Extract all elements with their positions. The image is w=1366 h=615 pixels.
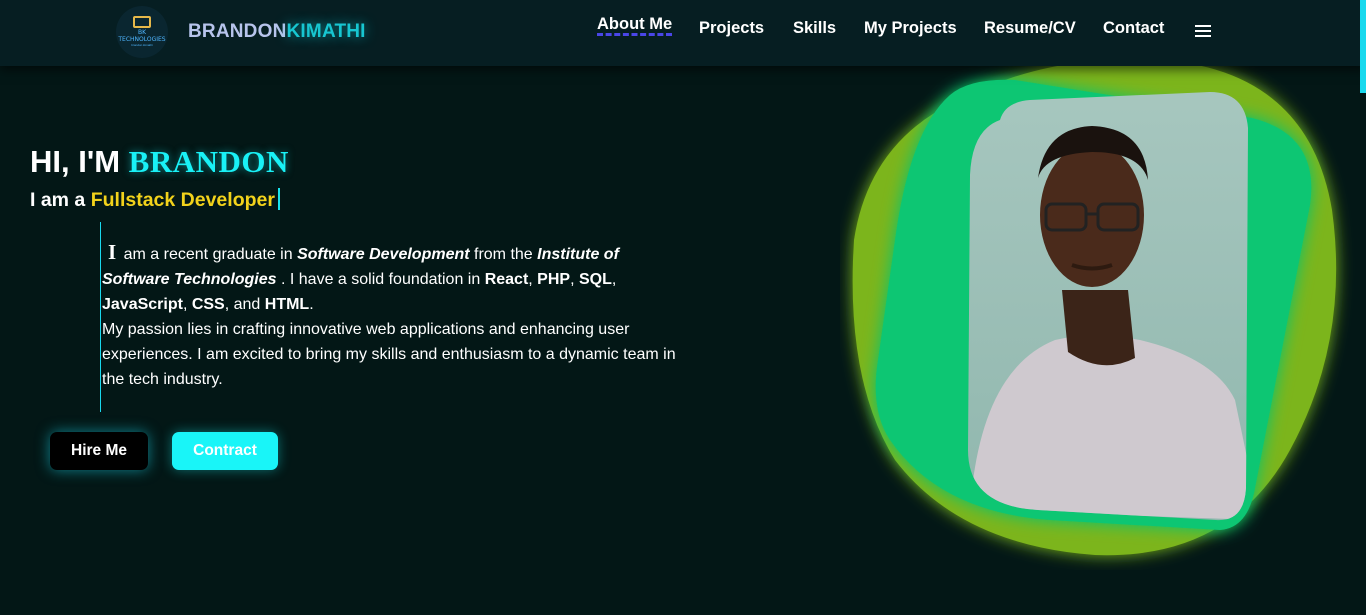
typing-cursor [277, 188, 280, 210]
brand-logo[interactable]: BK TECHNOLOGIES brandon kimathi [116, 6, 168, 58]
hero-portrait [852, 59, 1337, 556]
greeting-name: BRANDON [128, 144, 289, 179]
nav-skills[interactable]: Skills [793, 19, 836, 38]
nav-resume-cv[interactable]: Resume/CV [984, 19, 1076, 38]
about-text: . [309, 296, 314, 313]
page-scrollbar[interactable] [1360, 0, 1366, 93]
truck-icon [133, 15, 151, 28]
hire-me-button[interactable]: Hire Me [50, 432, 148, 470]
brand-name[interactable]: BRANDONKIMATHI [188, 21, 366, 43]
skill-sql: SQL [578, 271, 612, 288]
about-text: , [611, 271, 617, 288]
skill-css: CSS [191, 296, 225, 313]
about-text: . I have a solid foundation in [276, 271, 485, 288]
skill-react: React [484, 271, 529, 288]
portrait-photo [968, 92, 1248, 521]
about-text: from the [469, 246, 538, 263]
skill-php: PHP [537, 271, 571, 288]
nav-about-me[interactable]: About Me [597, 15, 673, 36]
greeting-prefix: HI, I'M [30, 144, 129, 179]
contract-button[interactable]: Contract [172, 432, 278, 470]
about-text: am a recent graduate in [119, 246, 298, 263]
brand-last-name: KIMATHI [286, 21, 366, 42]
about-text: , [570, 271, 579, 288]
portfolio-page: BK TECHNOLOGIES brandon kimathi BRANDONK… [0, 0, 1366, 615]
skill-html: HTML [264, 296, 310, 313]
hamburger-menu-icon[interactable] [1195, 25, 1211, 37]
nav-contact[interactable]: Contact [1103, 19, 1164, 38]
skill-javascript: JavaScript [102, 296, 183, 313]
about-text: , [528, 271, 538, 288]
logo-tagline: brandon kimathi [131, 42, 153, 47]
nav-my-projects[interactable]: My Projects [864, 19, 957, 38]
nav-projects[interactable]: Projects [699, 19, 764, 38]
role-prefix: I am a [30, 189, 91, 211]
about-text: , and [224, 296, 265, 313]
role-title: Fullstack Developer [90, 189, 275, 211]
site-header: BK TECHNOLOGIES brandon kimathi BRANDONK… [0, 0, 1366, 66]
about-blurb: I am a recent graduate in Software Devel… [100, 222, 690, 412]
brand-first-name: BRANDON [188, 21, 287, 42]
hero-role: I am a Fullstack Developer [30, 188, 280, 212]
about-dropcap: I [108, 240, 117, 264]
about-paragraph-2: My passion lies in crafting innovative w… [102, 321, 676, 388]
logo-text-technologies: TECHNOLOGIES [118, 35, 166, 43]
hero-greeting: HI, I'M BRANDON [30, 144, 289, 180]
about-paragraph-1: I am a recent graduate in Software Devel… [102, 240, 690, 317]
about-emphasis-degree: Software Development [297, 246, 470, 263]
about-text: , [182, 296, 192, 313]
